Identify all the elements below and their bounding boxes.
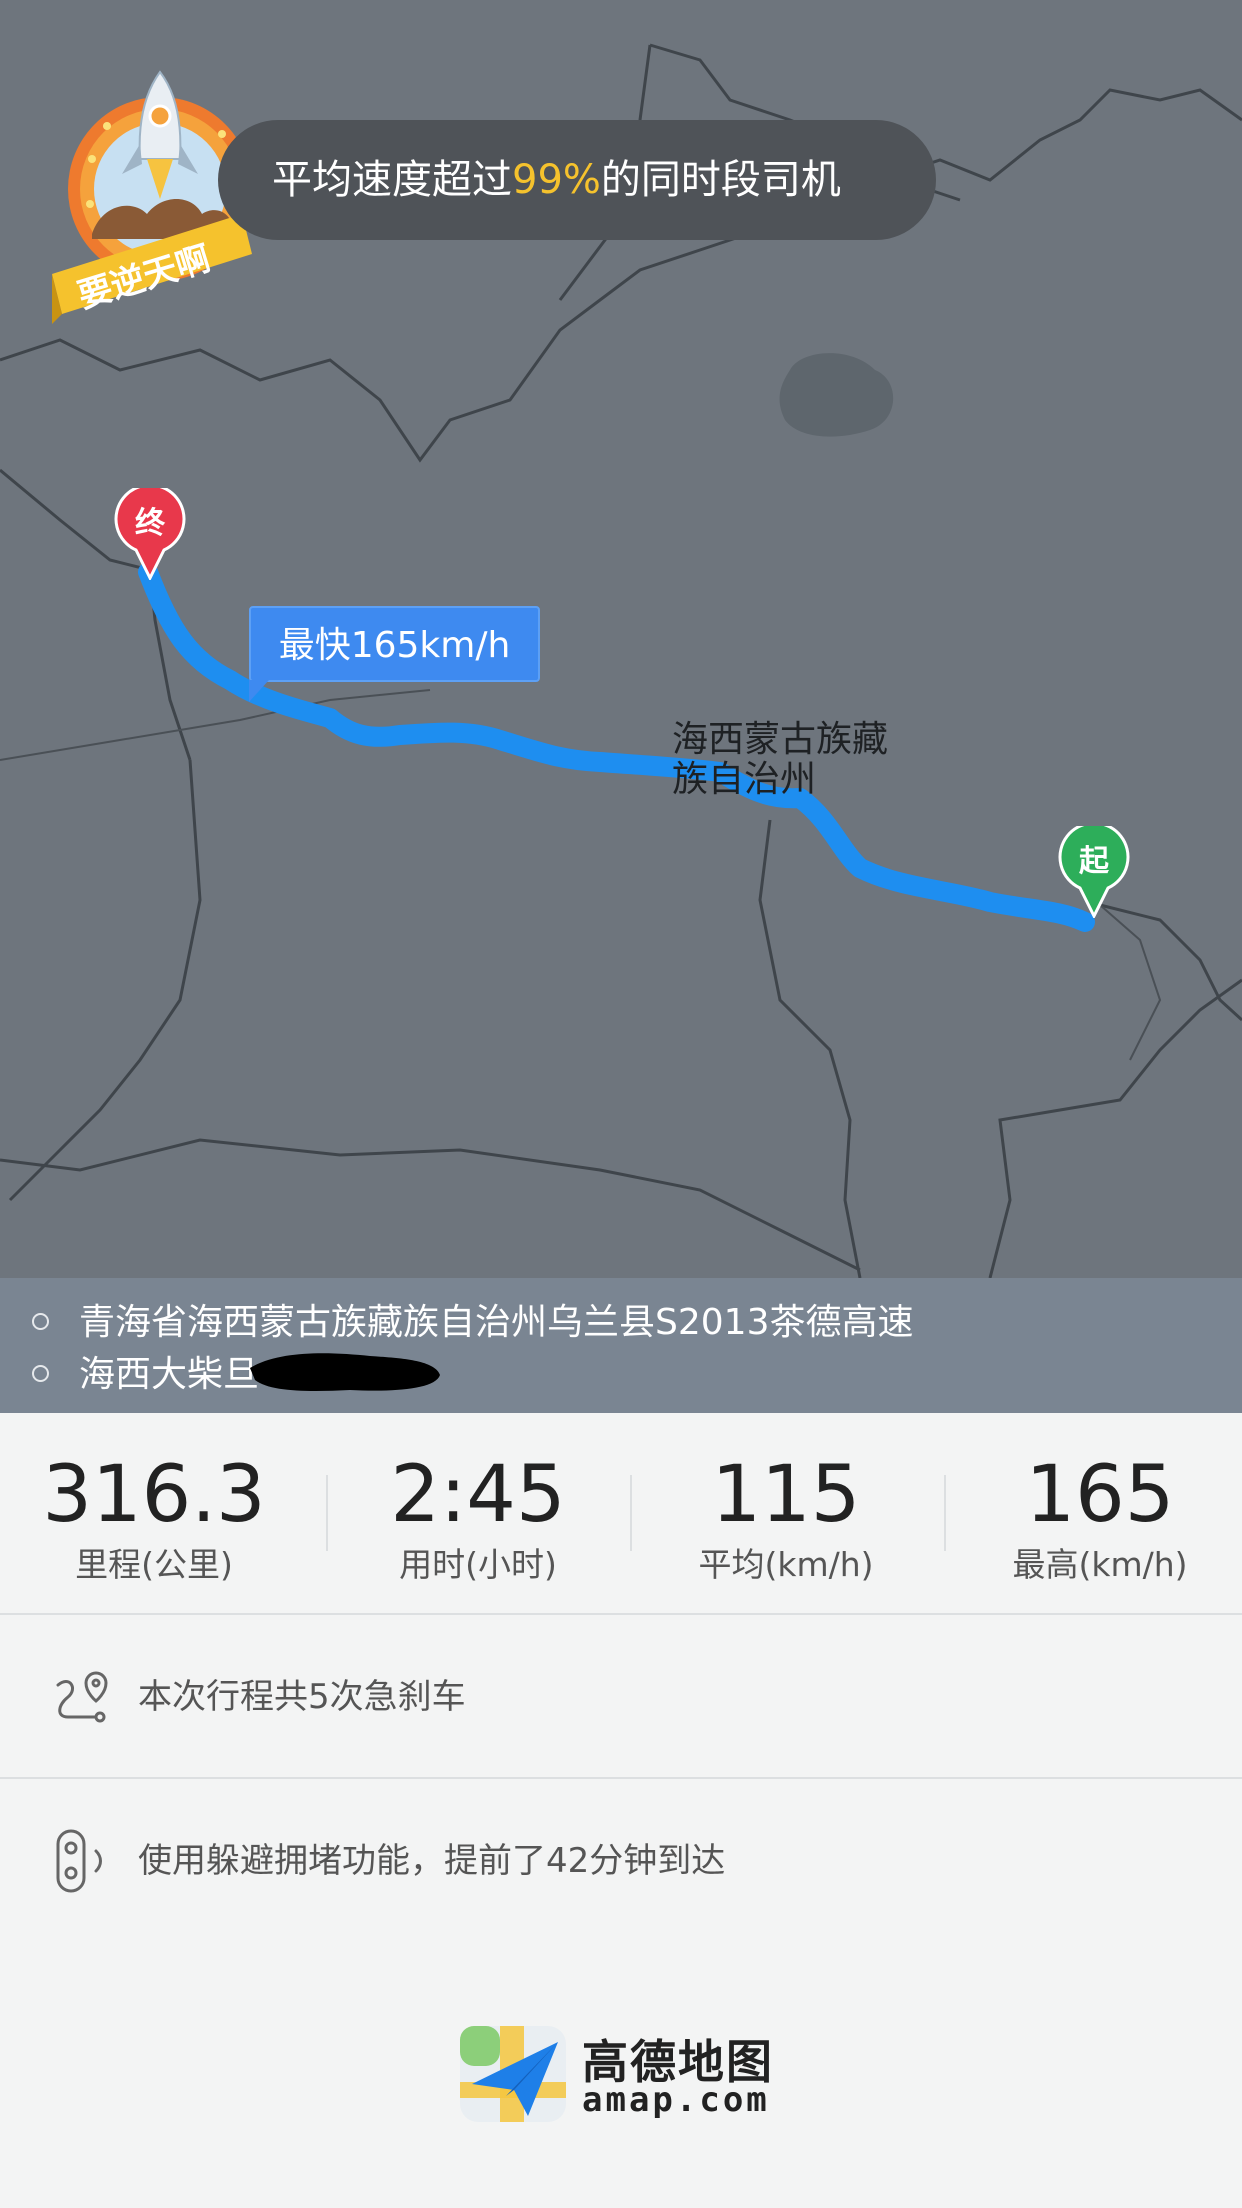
redaction-scribble [250, 1353, 440, 1391]
stat-distance-value: 316.3 [42, 1450, 266, 1540]
traffic-info-row: 使用躲避拥堵功能，提前了42分钟到达 [0, 1779, 1242, 1943]
stat-max-value: 165 [1025, 1450, 1175, 1540]
end-address-text: 海西大柴旦 [79, 1354, 260, 1395]
speed-rank-prefix: 平均速度超过 [272, 157, 512, 203]
stat-divider [944, 1475, 946, 1551]
stat-duration: 2:45 用时(小时) [328, 1447, 628, 1587]
traffic-info-text: 使用躲避拥堵功能，提前了42分钟到达 [138, 1841, 726, 1881]
start-address: 青海省海西蒙古族藏族自治州乌兰县S2013茶德高速 [32, 1298, 913, 1348]
stat-distance: 316.3 里程(公里) [4, 1447, 304, 1587]
stat-max-speed: 165 最高(km/h) [950, 1447, 1242, 1587]
address-panel: 青海省海西蒙古族藏族自治州乌兰县S2013茶德高速 海西大柴旦 [0, 1278, 1242, 1413]
start-marker-label: 起 [1079, 844, 1109, 879]
route-map[interactable]: 要逆天啊 平均速度超过99%的同时段司机 终 起 最快165km/h 海西蒙古族… [0, 0, 1242, 1278]
route-pin-icon [56, 1671, 108, 1723]
stat-average-value: 115 [711, 1450, 861, 1540]
speed-rank-suffix: 的同时段司机 [600, 157, 841, 203]
start-address-text: 青海省海西蒙古族藏族自治州乌兰县S2013茶德高速 [79, 1302, 914, 1343]
start-dot-icon [32, 1312, 49, 1330]
brake-info-text: 本次行程共5次急刹车 [138, 1677, 466, 1717]
end-dot-icon [32, 1364, 49, 1382]
traffic-light-icon [56, 1829, 102, 1893]
end-marker[interactable]: 终 [114, 483, 186, 582]
end-address: 海西大柴旦 [32, 1350, 259, 1400]
stat-duration-value: 2:45 [390, 1450, 566, 1540]
stat-max-label: 最高(km/h) [1012, 1545, 1188, 1584]
trip-stats: 316.3 里程(公里) 2:45 用时(小时) 115 平均(km/h) 16… [0, 1413, 1242, 1615]
stat-average-speed: 115 平均(km/h) [636, 1447, 936, 1587]
start-marker[interactable]: 起 [1058, 821, 1130, 920]
end-marker-label: 终 [135, 506, 165, 541]
stat-divider [630, 1475, 632, 1551]
stat-average-label: 平均(km/h) [698, 1545, 874, 1584]
amap-logo: 高德地图 amap.com [458, 2024, 788, 2124]
brand-name-en: amap.com [582, 2080, 770, 2120]
amap-paper-plane-icon [460, 2026, 566, 2122]
stat-distance-label: 里程(公里) [75, 1545, 233, 1584]
max-speed-callout: 最快165km/h [249, 606, 540, 702]
region-label: 海西蒙古族藏族自治州 [672, 719, 889, 800]
stat-duration-label: 用时(小时) [399, 1545, 557, 1584]
speed-rank-percent: 99% [512, 157, 601, 203]
brake-info-row: 本次行程共5次急刹车 [0, 1615, 1242, 1779]
speed-rank-banner: 平均速度超过99%的同时段司机 [218, 120, 936, 240]
